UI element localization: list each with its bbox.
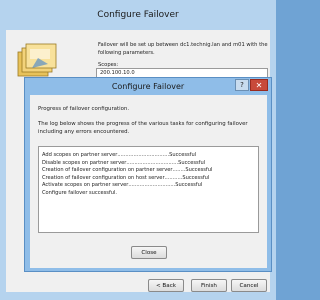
progress-heading: Progress of failover configuration. — [38, 106, 130, 112]
log-line: Creation of failover configuration on pa… — [42, 167, 255, 175]
log-dots: ................................ — [117, 152, 170, 158]
wizard-title: Configure Failover — [97, 10, 179, 20]
log-dots: ........... — [164, 174, 183, 181]
log-task: Configure failover successful. — [42, 189, 118, 196]
log-dots: ........ — [172, 167, 186, 174]
log-task: Disable scopes on partner server — [42, 159, 127, 166]
log-status: Successful — [185, 167, 213, 174]
log-line: Creation of failover configuration on ho… — [42, 175, 255, 183]
log-line: Configure failover successful. — [42, 190, 255, 198]
log-status: Successful — [169, 152, 197, 158]
close-button[interactable]: Close — [131, 246, 167, 259]
log-dots: ............................. — [128, 182, 176, 189]
back-button[interactable]: < Back — [148, 279, 184, 292]
log-line: Disable scopes on partner server .......… — [42, 160, 255, 168]
log-task: Creation of failover configuration on ho… — [42, 174, 165, 181]
wizard-intro-text: Failover will be set up between dc1.tech… — [98, 42, 268, 56]
dialog-client-area: Progress of failover configuration. The … — [30, 95, 267, 268]
help-button[interactable]: ? — [235, 79, 249, 91]
log-status: Successful — [182, 174, 210, 181]
configure-failover-progress-dialog: Configure Failover ? ✕ Progress of failo… — [24, 77, 272, 272]
progress-log-box[interactable]: Add scopes on partner server ...........… — [38, 146, 259, 233]
finish-button[interactable]: Finish — [191, 279, 227, 292]
log-line: Add scopes on partner server ...........… — [42, 152, 255, 160]
log-description: The log below shows the progress of the … — [38, 121, 248, 135]
log-line: Activate scopes on partner server ......… — [42, 182, 255, 190]
log-dots: ................................ — [126, 159, 179, 166]
log-task: Activate scopes on partner server — [42, 182, 129, 189]
close-icon[interactable]: ✕ — [250, 79, 268, 91]
log-task: Creation of failover configuration on pa… — [42, 167, 173, 174]
cancel-button[interactable]: Cancel — [231, 279, 267, 292]
log-status: Successful — [175, 182, 203, 189]
log-task: Add scopes on partner server — [42, 152, 118, 158]
log-status: Successful — [178, 159, 206, 166]
